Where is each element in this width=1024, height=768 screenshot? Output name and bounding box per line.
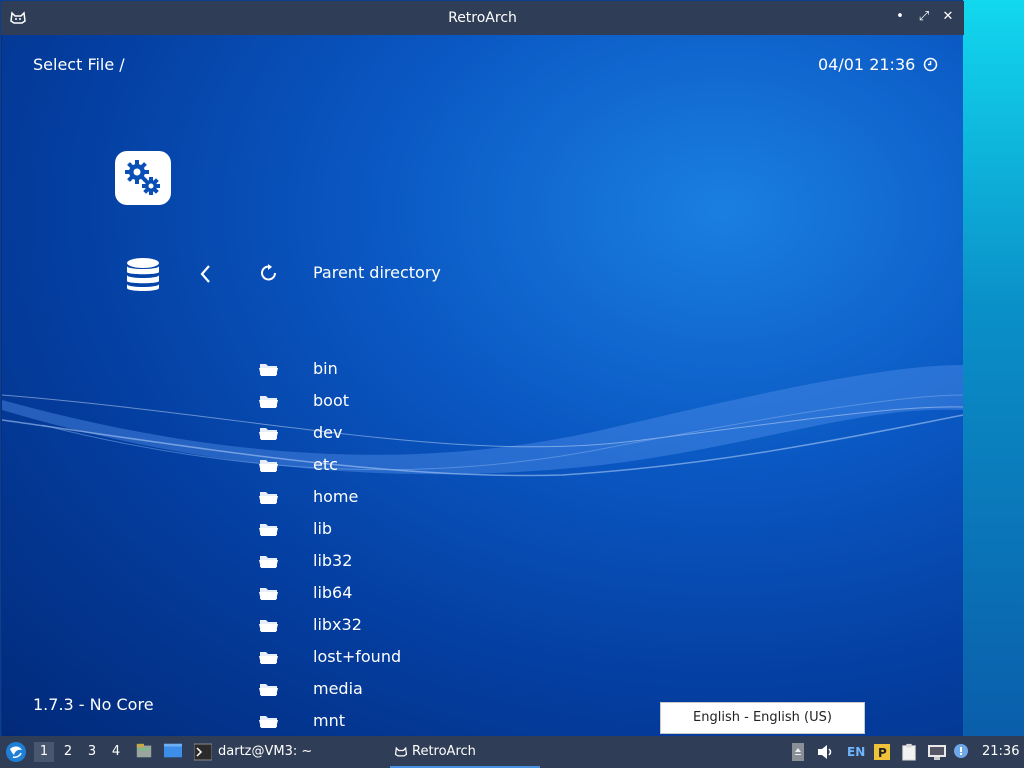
folder-icon — [259, 364, 278, 376]
terminal-icon — [194, 743, 212, 761]
minimize-button[interactable]: • — [892, 9, 908, 25]
parking-icon[interactable]: P — [873, 743, 891, 761]
page-title: Select File / — [33, 55, 125, 74]
file-name: lost+found — [313, 647, 402, 666]
settings-tab[interactable] — [115, 151, 171, 205]
maximize-button[interactable]: ⤢ — [916, 9, 932, 25]
file-name: mnt — [313, 711, 345, 730]
file-name: bin — [313, 359, 338, 378]
folder-icon — [259, 556, 278, 568]
database-icon[interactable] — [122, 255, 164, 295]
retroarch-window: RetroArch • ⤢ ✕ Select File / 04/01 21:3… — [0, 0, 964, 736]
show-desktop-icon[interactable] — [162, 742, 184, 760]
folder-icon — [259, 684, 278, 696]
file-name: lib — [313, 519, 333, 538]
close-button[interactable]: ✕ — [940, 9, 956, 25]
language-tooltip: English - English (US) — [660, 702, 865, 734]
version-label: 1.7.3 - No Core — [33, 695, 154, 714]
file-manager-icon[interactable] — [134, 742, 154, 760]
taskbar-clock[interactable]: 21:36 — [982, 736, 1019, 768]
retroarch-task-label: RetroArch — [412, 744, 476, 759]
folder-icon — [259, 652, 278, 664]
folder-icon — [259, 620, 278, 632]
keyboard-layout-indicator[interactable]: EN — [847, 736, 865, 768]
file-name: home — [313, 487, 359, 506]
file-name: boot — [313, 391, 350, 410]
folder-icon — [259, 588, 278, 600]
background-waves — [2, 365, 963, 477]
network-icon[interactable] — [927, 743, 947, 761]
folder-icon — [259, 492, 278, 504]
window-titlebar[interactable]: RetroArch • ⤢ ✕ — [1, 1, 964, 35]
file-name: dev — [313, 423, 343, 442]
taskbar: 1 2 3 4 dartz@VM3: ~ RetroArch EN P 21:3… — [0, 736, 1024, 768]
file-name: libx32 — [313, 615, 362, 634]
clock-icon — [923, 57, 938, 72]
svg-text:P: P — [878, 746, 887, 760]
retroarch-task[interactable]: RetroArch — [390, 736, 540, 768]
workspace-2[interactable]: 2 — [58, 742, 78, 762]
file-name: etc — [313, 455, 338, 474]
menu-content: Select File / 04/01 21:36 Parent directo… — [2, 35, 963, 736]
file-name: lib32 — [313, 551, 353, 570]
folder-icon — [259, 396, 278, 408]
eject-icon[interactable] — [790, 743, 806, 761]
back-arrow-icon[interactable] — [197, 262, 213, 286]
volume-icon[interactable] — [816, 743, 836, 761]
workspace-3[interactable]: 3 — [82, 742, 102, 762]
clipboard-icon[interactable] — [899, 743, 919, 761]
parent-directory-label: Parent directory — [313, 263, 441, 282]
datetime: 04/01 21:36 — [818, 55, 916, 74]
folder-icon — [259, 524, 278, 536]
terminal-task[interactable]: dartz@VM3: ~ — [190, 736, 350, 768]
gears-icon — [125, 160, 160, 195]
folder-icon — [259, 460, 278, 472]
file-name: media — [313, 679, 363, 698]
start-menu-icon[interactable] — [5, 741, 27, 763]
refresh-icon — [261, 264, 276, 281]
terminal-task-label: dartz@VM3: ~ — [218, 744, 313, 759]
retroarch-task-icon — [394, 746, 408, 757]
workspace-4[interactable]: 4 — [106, 742, 126, 762]
folder-icon — [259, 428, 278, 440]
notification-icon[interactable] — [953, 743, 971, 761]
file-name: lib64 — [313, 583, 353, 602]
window-title: RetroArch — [448, 10, 517, 26]
workspace-1[interactable]: 1 — [34, 742, 54, 762]
folder-icon — [259, 716, 278, 728]
